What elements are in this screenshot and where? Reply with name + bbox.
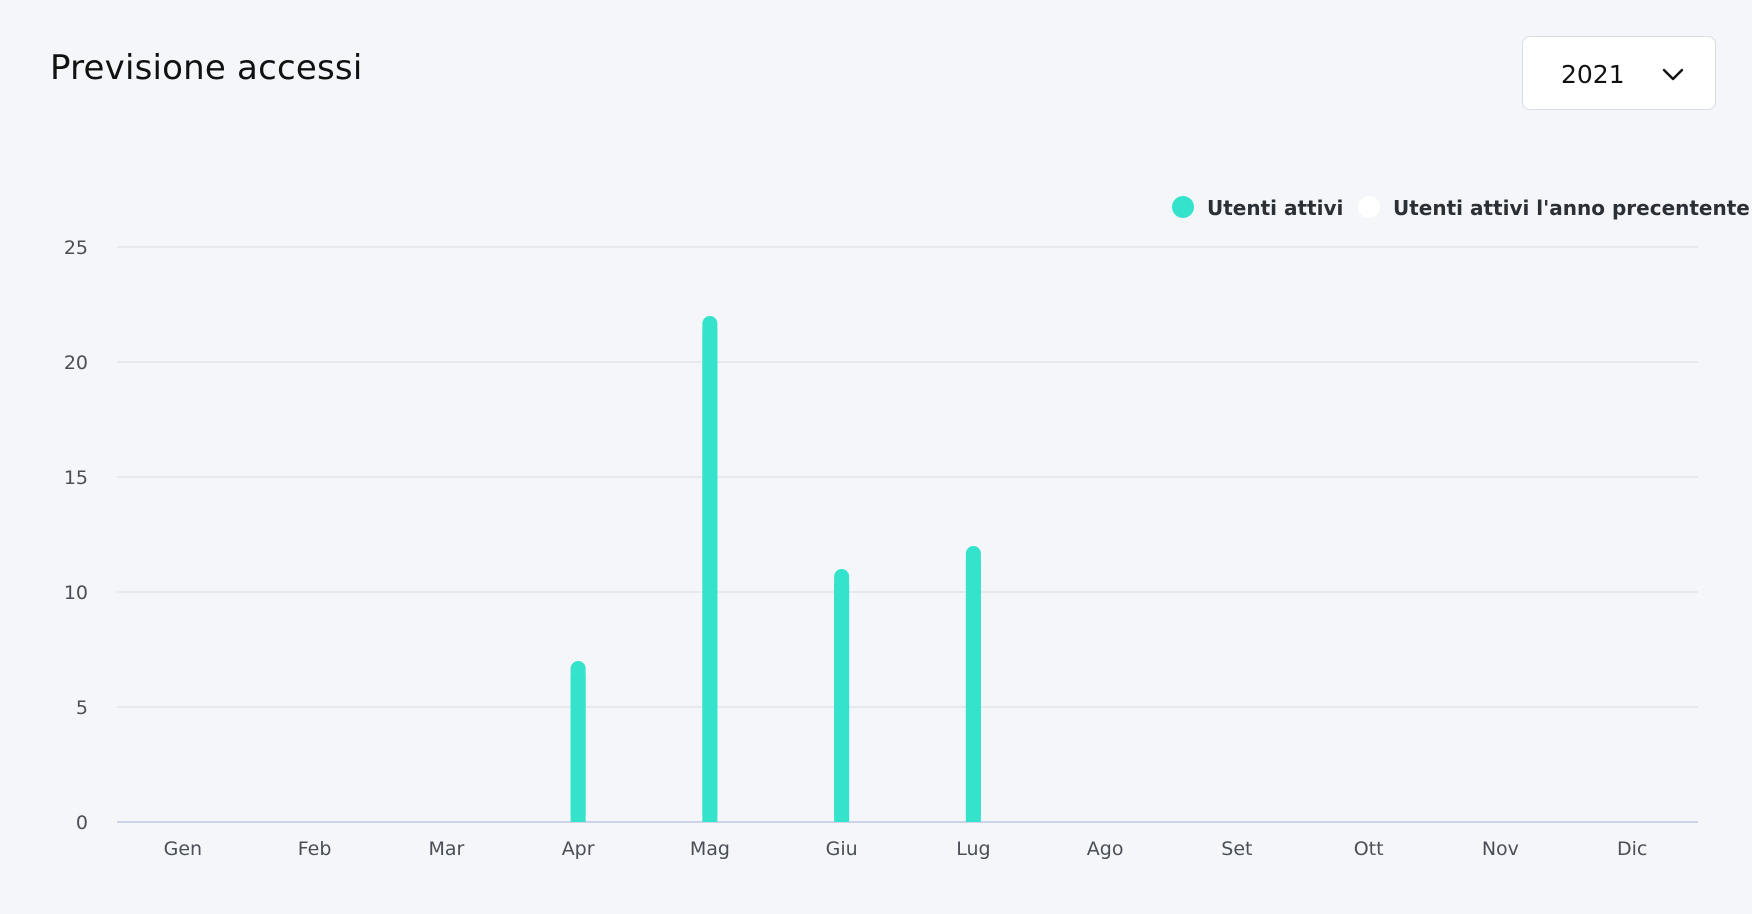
x-tick-label: Set [1221, 838, 1252, 860]
x-tick-label: Gen [164, 838, 202, 860]
legend-label: Utenti attivi l'anno precentente [1393, 196, 1750, 220]
chart-legend: Utenti attivi Utenti attivi l'anno precen… [1172, 196, 1750, 220]
y-tick-label: 25 [64, 237, 88, 259]
x-tick-label: Giu [826, 838, 858, 860]
y-tick-label: 10 [64, 582, 88, 604]
x-tick-label: Ott [1354, 838, 1384, 860]
x-tick-label: Mar [428, 838, 464, 860]
legend-marker [1172, 196, 1194, 218]
bar[interactable] [965, 546, 981, 822]
chart-x-ticks: Gen Feb Mar Apr Mag Giu Lug Ago Set Ott Nov Dic [164, 838, 1648, 860]
chart-y-ticks: 0 5 10 15 20 25 [64, 237, 88, 834]
y-tick-label: 15 [64, 467, 88, 489]
x-tick-label: Feb [298, 838, 332, 860]
bar[interactable] [834, 569, 850, 822]
x-tick-label: Apr [562, 838, 595, 860]
y-tick-label: 20 [64, 352, 88, 374]
y-tick-label: 0 [76, 812, 88, 834]
x-tick-label: Nov [1482, 838, 1519, 860]
x-tick-label: Mag [690, 838, 730, 860]
y-tick-label: 5 [76, 697, 88, 719]
legend-marker [1358, 196, 1380, 218]
chart-bars [570, 316, 981, 822]
chart: 0 5 10 15 20 25 Gen Feb Mar Apr Mag Giu Lug Ago Set Ot… [64, 196, 1750, 860]
legend-label: Utenti attivi [1207, 196, 1343, 220]
x-tick-label: Ago [1087, 838, 1124, 860]
bar[interactable] [702, 316, 718, 822]
x-tick-label: Dic [1617, 838, 1647, 860]
legend-item[interactable]: Utenti attivi l'anno precentente [1358, 196, 1750, 220]
legend-item[interactable]: Utenti attivi [1172, 196, 1343, 220]
bar[interactable] [570, 661, 586, 822]
chart-grid [117, 246, 1698, 823]
x-tick-label: Lug [956, 838, 990, 860]
